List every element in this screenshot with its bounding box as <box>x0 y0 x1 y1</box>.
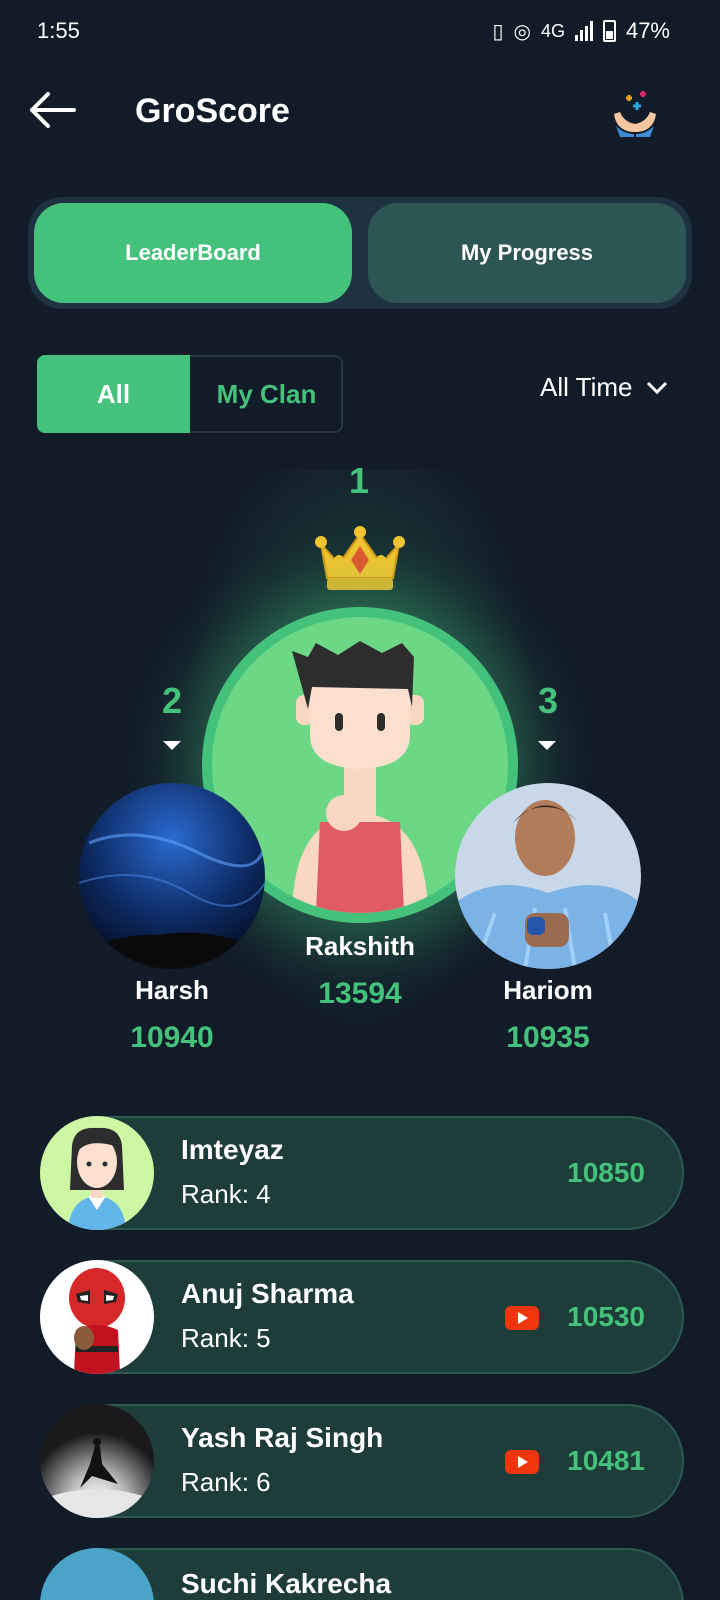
list-item-name: Imteyaz <box>181 1134 284 1165</box>
hotspot-icon: ◎ <box>513 20 531 43</box>
chevron-down-icon <box>647 381 668 394</box>
second-place-avatar[interactable] <box>79 783 265 969</box>
list-item-name: Suchi Kakrecha <box>181 1568 392 1599</box>
list-item-score: 10481 <box>567 1445 645 1476</box>
rank-3-marker-icon <box>538 741 556 750</box>
vibrate-icon: ▯ <box>492 20 504 43</box>
first-place-score: 13594 <box>318 977 402 1010</box>
battery-icon <box>602 20 616 42</box>
list-item-name: Yash Raj Singh <box>181 1422 384 1453</box>
list-item-rank: Rank: 6 <box>181 1467 271 1497</box>
list-item-score: 10530 <box>567 1301 645 1332</box>
third-place-name: Hariom <box>503 975 593 1005</box>
list-item-avatar <box>40 1404 154 1518</box>
rank-2-number: 2 <box>161 680 183 721</box>
rank-3-number: 3 <box>537 680 559 721</box>
network-type: 4G <box>540 20 565 41</box>
helping-hands-icon[interactable] <box>610 88 660 138</box>
page-title: GroScore <box>135 92 290 130</box>
filter-my-clan-button[interactable]: My Clan <box>190 355 343 433</box>
list-item-avatar <box>40 1116 154 1230</box>
rank-1-number: 1 <box>348 460 370 501</box>
time-range-dropdown[interactable]: All Time <box>540 372 668 403</box>
list-item-rank: Rank: 4 <box>181 1179 271 1209</box>
rank-2-marker-icon <box>163 741 181 750</box>
first-place-name: Rakshith <box>305 931 415 961</box>
list-item-name: Anuj Sharma <box>181 1278 354 1309</box>
status-time: 1:55 <box>37 18 80 43</box>
back-icon[interactable] <box>26 88 78 132</box>
list-item-avatar <box>40 1260 154 1374</box>
tab-leaderboard[interactable]: LeaderBoard <box>34 203 352 303</box>
filter-all-button[interactable]: All <box>37 355 190 433</box>
status-icons: ▯ ◎ 4G 47% <box>492 18 670 44</box>
signal-icon <box>574 21 593 41</box>
second-place-name: Harsh <box>135 975 209 1005</box>
third-place-score: 10935 <box>506 1021 590 1054</box>
second-place-score: 10940 <box>130 1021 214 1054</box>
list-item-rank: Rank: 5 <box>181 1323 271 1353</box>
crown-icon <box>313 524 407 599</box>
list-item-score: 10850 <box>567 1157 645 1188</box>
time-range-label: All Time <box>540 372 633 402</box>
third-place-avatar[interactable] <box>455 783 641 969</box>
battery-percent: 47% <box>625 18 670 43</box>
tab-my-progress[interactable]: My Progress <box>368 203 686 303</box>
